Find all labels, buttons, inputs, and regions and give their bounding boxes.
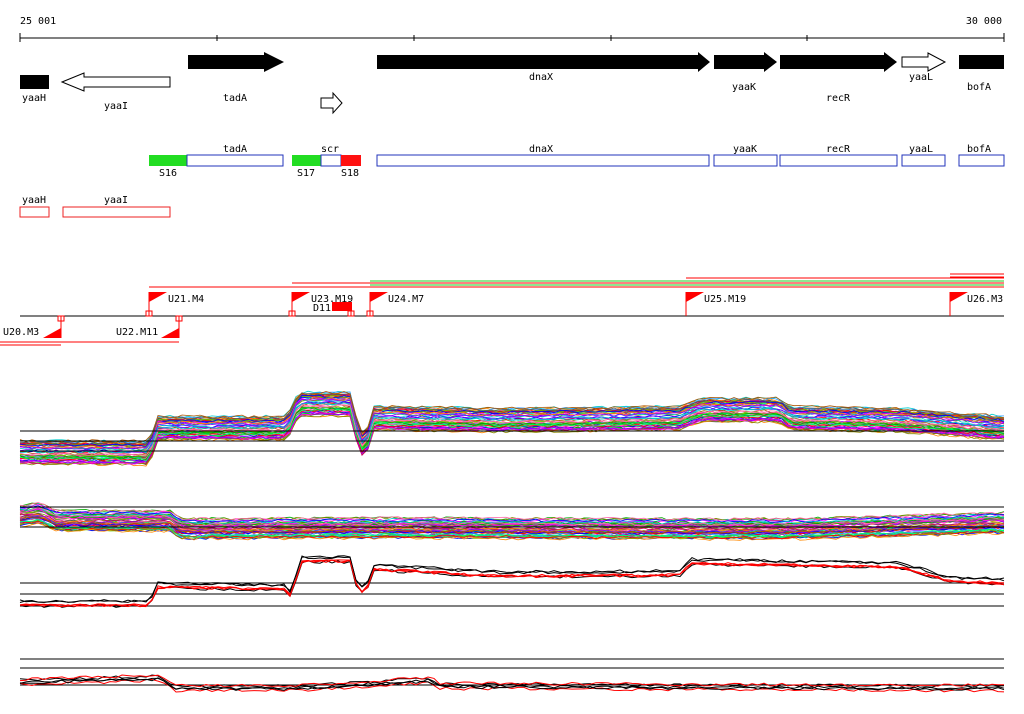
genome-browser-canvas: 25 001 30 000 yaaH yaaI tadA dnaX yaaK r… [0,16,1005,693]
marker-label-D11: D11 [313,303,331,314]
transcript-yaaL[interactable] [901,154,946,167]
transcript-dnaX[interactable] [376,154,710,167]
marker-U22-M11[interactable]: U22.M11 [20,315,183,343]
marker-U25-M19[interactable]: U25.M19 [685,292,746,316]
transcript-bofA[interactable] [958,154,1005,167]
transcript-track-bottom: yaaH yaaI [19,195,171,218]
transcript-scr[interactable] [320,154,342,167]
gene-yaaK[interactable] [714,52,777,72]
transcript-recR[interactable] [779,154,898,167]
utr-segment-S16[interactable] [149,155,187,166]
expression-panel-1 [19,390,1005,467]
transcript-yaaH[interactable] [19,206,50,218]
profile-line [19,679,1005,693]
transcript-label-scr: scr [321,144,339,155]
gene-label-yaaK: yaaK [732,82,756,93]
gene-small-open[interactable] [320,91,343,115]
panel4-profiles [19,674,1005,693]
marker-label-U26-M3: U26.M3 [967,294,1003,305]
utr-segment-S17[interactable] [292,155,321,166]
utr-label-S16: S16 [159,168,177,179]
marker-label-U21-M4: U21.M4 [168,294,204,305]
marker-U20-M3[interactable]: U20.M3 [0,315,65,346]
gene-bofA[interactable] [959,55,1004,69]
marker-track: U21.M4 U23.M19 D11 U24.M7 U25.M19 U26.M3… [0,273,1004,346]
gene-label-yaaH: yaaH [22,93,46,104]
gene-label-yaaI: yaaI [104,101,128,112]
gene-label-dnaX: dnaX [529,72,553,83]
expression-panel-3 [19,555,1005,608]
profile-line [19,674,1005,689]
transcript-label-yaaI: yaaI [104,195,128,206]
profile-line [19,555,1005,603]
utr-label-S17: S17 [297,168,315,179]
coordinate-ruler: 25 001 30 000 [19,16,1005,42]
transcript-label-yaaL: yaaL [909,144,933,155]
marker-D11[interactable]: D11 [313,302,355,317]
expression-panel-4 [19,658,1005,693]
transcript-track-top: S16 tadA S17 scr S18 dnaX yaaK recR yaaL… [149,144,1005,179]
profile-line [19,555,1005,603]
gene-label-recR: recR [826,93,851,104]
transcript-label-bofA: bofA [967,144,991,155]
transcript-tadA[interactable] [186,154,284,167]
panel2-profiles [19,502,1005,541]
gene-dnaX[interactable] [377,52,710,72]
marker-label-U22-M11: U22.M11 [116,327,158,338]
panel3-profiles [19,555,1005,608]
transcript-yaaK[interactable] [713,154,778,167]
expression-panel-2 [19,502,1005,541]
gene-label-yaaL: yaaL [909,72,933,83]
transcript-label-yaaK: yaaK [733,144,757,155]
gene-yaaH[interactable] [20,75,49,89]
transcript-label-tadA: tadA [223,144,247,155]
gene-label-tadA: tadA [223,93,247,104]
ruler-end-label: 30 000 [966,16,1002,27]
gene-yaaL[interactable] [901,52,947,72]
marker-label-U24-M7: U24.M7 [388,294,424,305]
transcript-yaaI[interactable] [62,206,171,218]
transcript-label-recR: recR [826,144,851,155]
marker-U26-M3[interactable]: U26.M3 [949,292,1003,316]
ruler-start-label: 25 001 [20,16,56,27]
gene-recR[interactable] [780,52,897,72]
marker-label-U20-M3: U20.M3 [3,327,39,338]
panel1-profiles [19,390,1005,467]
gene-tadA[interactable] [188,52,284,72]
utr-label-S18: S18 [341,168,359,179]
utr-segment-S18[interactable] [341,155,361,166]
gene-track: yaaH yaaI tadA dnaX yaaK recR yaaL bofA [20,52,1004,115]
gene-label-bofA: bofA [967,82,991,93]
marker-label-U25-M19: U25.M19 [704,294,746,305]
marker-U21-M4[interactable]: U21.M4 [145,292,204,317]
transcript-label-dnaX: dnaX [529,144,553,155]
transcript-label-yaaH: yaaH [22,195,46,206]
marker-U24-M7[interactable]: U24.M7 [366,292,424,317]
gene-yaaI[interactable] [60,72,171,92]
